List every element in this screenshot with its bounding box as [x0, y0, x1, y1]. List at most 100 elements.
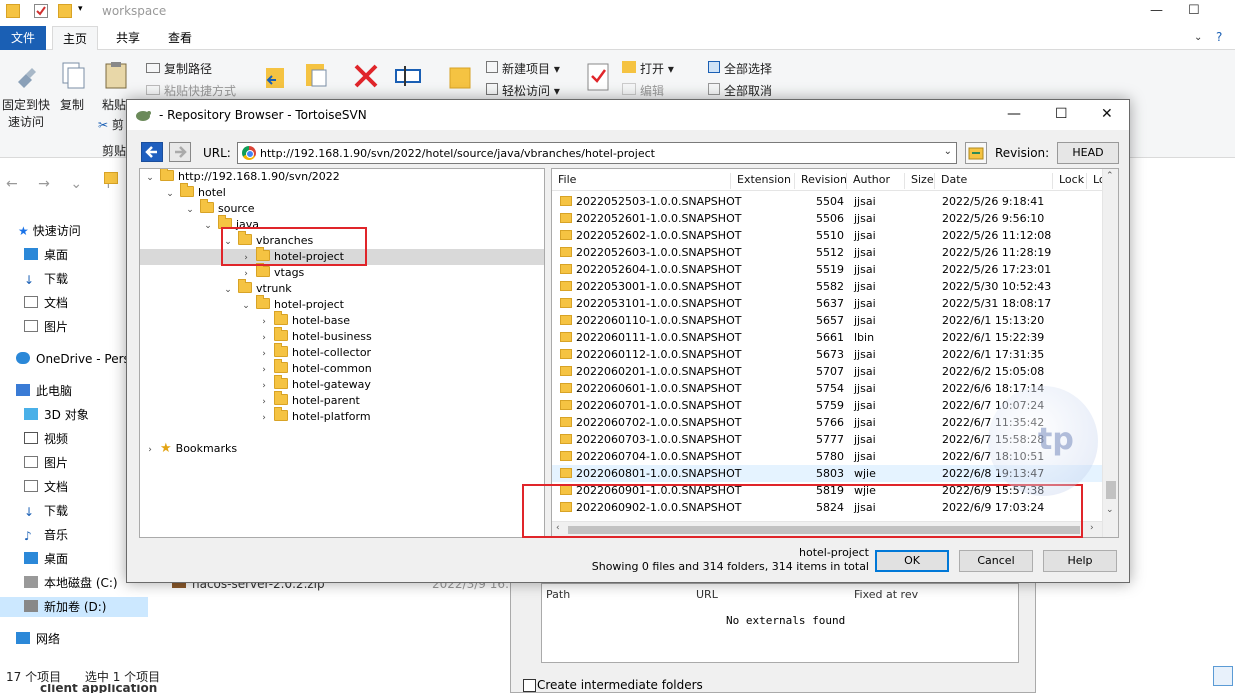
nav-documents-pc[interactable]: 文档 — [24, 477, 68, 497]
chevron-down-icon[interactable]: ⌄ — [944, 146, 952, 157]
list-item[interactable]: 2022053101-1.0.0.SNAPSHOT 5637 jjsai 2022/5… — [552, 295, 1102, 312]
tab-file[interactable]: 文件 — [0, 26, 46, 50]
tree-node-bookmarks[interactable]: › ★ Bookmarks — [144, 441, 237, 457]
open-button[interactable]: 打开 ▾ — [622, 60, 674, 77]
col-date[interactable]: Date — [934, 173, 967, 189]
maximize-icon[interactable]: ☐ — [1055, 106, 1068, 122]
pin-icon[interactable] — [12, 62, 40, 92]
delete-icon[interactable] — [352, 62, 380, 92]
expand-icon: ⌄ — [186, 205, 194, 215]
col-lock[interactable]: Lock — [1052, 173, 1084, 189]
chevron-down-icon[interactable]: ▾ — [78, 4, 92, 18]
select-all-button[interactable]: 全部选择 — [708, 60, 772, 77]
new-folder-icon[interactable] — [446, 62, 474, 92]
col-revision[interactable]: Revision — [794, 173, 847, 189]
paste-button[interactable]: 粘贴 — [102, 96, 126, 113]
minimize-icon[interactable]: — — [1150, 3, 1163, 18]
tree-node-hotel[interactable]: ⌄ hotel — [164, 183, 226, 201]
externals-list[interactable]: Path URL Fixed at rev No externals found — [541, 583, 1019, 663]
pin-label-2[interactable]: 速访问 — [8, 113, 44, 130]
url-input[interactable] — [260, 145, 936, 161]
new-item-button[interactable]: 新建项目 ▾ — [486, 60, 560, 77]
nav-network[interactable]: 网络 — [16, 629, 60, 649]
easy-access-button[interactable]: 轻松访问 ▾ — [486, 82, 560, 99]
list-item[interactable]: 2022052503-1.0.0.SNAPSHOT 5504 jjsai 2022/5… — [552, 193, 1102, 210]
col-extension[interactable]: Extension — [730, 173, 791, 189]
details-view-icon[interactable] — [1213, 666, 1233, 686]
nav-quick-access[interactable]: ★ 快速访问 — [18, 221, 81, 241]
repository-tree[interactable]: ⌄ http://192.168.1.90/svn/2022 ⌄ hotel ⌄ so… — [139, 168, 545, 538]
nav-pictures-pc[interactable]: 图片 — [24, 453, 68, 473]
tree-node-vtags[interactable]: › vtags — [240, 263, 304, 281]
list-item[interactable]: 2022060201-1.0.0.SNAPSHOT 5707 jjsai 2022/6… — [552, 363, 1102, 380]
close-icon[interactable]: ✕ — [1101, 106, 1113, 122]
scroll-thumb[interactable] — [1106, 481, 1116, 499]
list-item[interactable]: 2022060111-1.0.0.SNAPSHOT 5661 lbin 2022/6/… — [552, 329, 1102, 346]
rename-icon[interactable] — [394, 62, 422, 92]
tab-view[interactable]: 查看 — [158, 26, 202, 50]
paste-shortcut-button[interactable]: 粘贴快捷方式 — [146, 82, 236, 99]
list-item[interactable]: 2022060112-1.0.0.SNAPSHOT 5673 jjsai 2022/6… — [552, 346, 1102, 363]
cut-button[interactable]: ✂ 剪 — [98, 116, 124, 133]
chevron-down-icon[interactable]: ⌄ — [1194, 32, 1202, 43]
tree-node-root[interactable]: ⌄ http://192.168.1.90/svn/2022 — [144, 169, 340, 185]
nav-3d-objects[interactable]: 3D 对象 — [24, 405, 89, 425]
nav-drive-d[interactable]: 新加卷 (D:) — [0, 597, 148, 617]
pin-label-1[interactable]: 固定到快 — [2, 96, 50, 113]
move-to-icon[interactable] — [262, 62, 290, 92]
list-item[interactable]: 2022053001-1.0.0.SNAPSHOT 5582 jjsai 2022/5… — [552, 278, 1102, 295]
nav-this-pc[interactable]: 此电脑 — [16, 381, 72, 401]
tree-node-hotel-platform[interactable]: › hotel-platform — [258, 407, 371, 425]
back-button[interactable] — [141, 142, 163, 162]
list-item[interactable]: 2022052604-1.0.0.SNAPSHOT 5519 jjsai 2022/5… — [552, 261, 1102, 278]
copy-to-icon[interactable] — [302, 60, 330, 90]
paste-icon[interactable] — [102, 60, 130, 90]
nav-desktop-pc[interactable]: 桌面 — [24, 549, 68, 569]
nav-downloads[interactable]: ↓ 下载 — [24, 269, 68, 289]
list-vertical-scrollbar[interactable]: ⌃ ⌄ — [1102, 169, 1118, 537]
list-item[interactable]: 2022052603-1.0.0.SNAPSHOT 5512 jjsai 2022/5… — [552, 244, 1102, 261]
minimize-icon[interactable]: — — [1007, 106, 1021, 122]
nav-pictures[interactable]: 图片 — [24, 317, 68, 337]
copy-button[interactable]: 复制 — [60, 96, 84, 113]
expand-icon: › — [262, 349, 266, 359]
col-file[interactable]: File — [552, 173, 576, 189]
intermediate-folders-checkbox[interactable] — [523, 679, 536, 692]
nav-drive-c[interactable]: 本地磁盘 (C:) — [24, 573, 118, 593]
new-folder-icon[interactable] — [58, 4, 72, 18]
maximize-icon[interactable]: ☐ — [1188, 3, 1200, 18]
col-path: Path — [546, 588, 571, 601]
help-button[interactable]: Help — [1043, 550, 1117, 572]
list-item[interactable]: 2022060110-1.0.0.SNAPSHOT 5657 jjsai 2022/6… — [552, 312, 1102, 329]
head-revision-button[interactable]: HEAD — [1057, 142, 1119, 164]
nav-videos[interactable]: 视频 — [24, 429, 68, 449]
list-item[interactable]: 2022052601-1.0.0.SNAPSHOT 5506 jjsai 2022/5… — [552, 210, 1102, 227]
tree-node-hotel-base[interactable]: › hotel-base — [258, 311, 350, 329]
copy-path-button[interactable]: 复制路径 — [146, 60, 212, 77]
properties-icon[interactable] — [34, 4, 48, 18]
properties-icon[interactable] — [584, 62, 612, 92]
ok-button[interactable]: OK — [875, 550, 949, 572]
revision-picker-button[interactable] — [965, 142, 987, 164]
nav-desktop[interactable]: 桌面 — [24, 245, 68, 265]
tab-home[interactable]: 主页 — [52, 26, 99, 50]
url-combobox[interactable]: ⌄ — [237, 142, 957, 164]
folder-icon — [560, 213, 572, 223]
folder-icon — [560, 298, 572, 308]
nav-downloads-pc[interactable]: ↓ 下载 — [24, 501, 68, 521]
list-item[interactable]: 2022052602-1.0.0.SNAPSHOT 5510 jjsai 2022/5… — [552, 227, 1102, 244]
nav-music[interactable]: ♪ 音乐 — [24, 525, 68, 545]
tree-node-hotel-project-trunk[interactable]: ⌄ hotel-project — [240, 295, 344, 313]
select-none-button[interactable]: 全部取消 — [708, 82, 772, 99]
copy-icon[interactable] — [60, 60, 88, 90]
col-size[interactable]: Size — [904, 173, 934, 189]
nav-documents[interactable]: 文档 — [24, 293, 68, 313]
help-icon[interactable]: ? — [1216, 30, 1222, 44]
cancel-button[interactable]: Cancel — [959, 550, 1033, 572]
nav-onedrive[interactable]: OneDrive - Pers — [16, 349, 130, 369]
col-author[interactable]: Author — [846, 173, 890, 189]
tab-share[interactable]: 共享 — [106, 26, 150, 50]
watermark-logo: tp — [988, 386, 1098, 496]
forward-button[interactable] — [169, 142, 191, 162]
edit-button[interactable]: 编辑 — [622, 82, 664, 99]
